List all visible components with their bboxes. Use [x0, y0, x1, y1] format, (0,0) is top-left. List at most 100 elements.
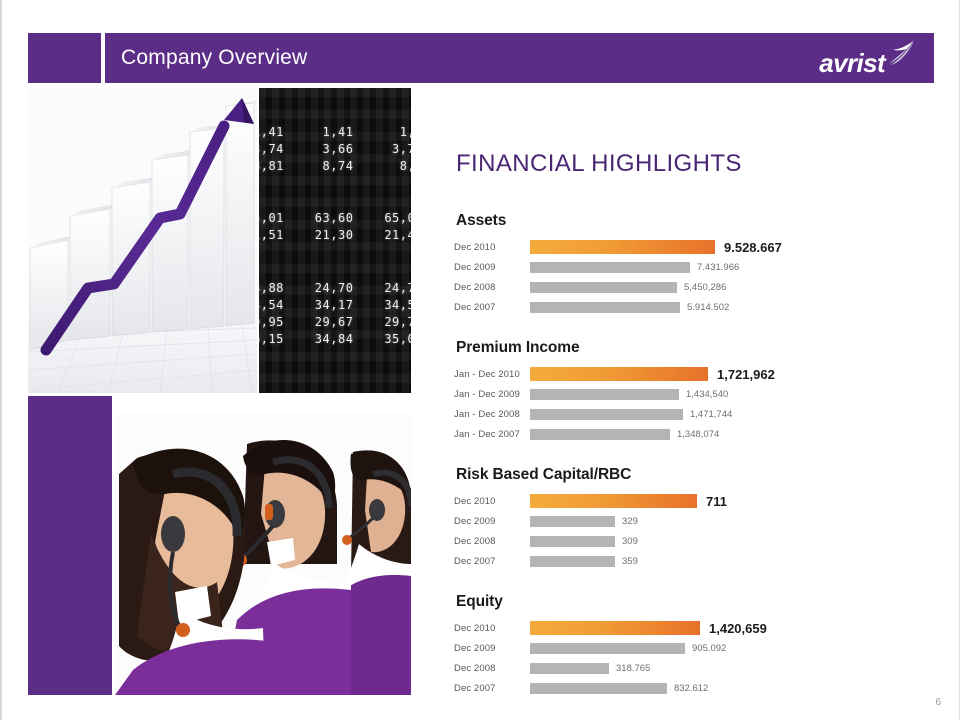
- table-row: Dec 2009 7.431.966: [454, 257, 924, 277]
- bar-value: 1,471,744: [690, 408, 733, 420]
- row-label: Dec 2009: [454, 515, 496, 527]
- bar: [530, 301, 680, 313]
- row-label: Dec 2008: [454, 535, 496, 547]
- table-row: Dec 2010 9.528.667: [454, 237, 924, 257]
- chart-group-equity: Equity Dec 2010 1,420,659 Dec 2009 905.0…: [454, 593, 924, 698]
- bar-area: 1,721,962: [530, 367, 924, 382]
- bar: [530, 281, 677, 293]
- bar-value: 7.431.966: [697, 261, 740, 273]
- row-label: Jan - Dec 2008: [454, 408, 520, 420]
- row-label: Dec 2010: [454, 622, 496, 634]
- bar-value: 309: [622, 535, 638, 547]
- call-center-people-image: [115, 414, 411, 695]
- bar-value: 1,434,540: [686, 388, 729, 400]
- bar-area: 1,471,744: [530, 408, 924, 420]
- table-row: Jan - Dec 2007 1,348,074: [454, 424, 924, 444]
- avrist-logo: avrist: [819, 40, 916, 76]
- bar-area: 329: [530, 515, 924, 527]
- bar-area: 1,348,074: [530, 428, 924, 440]
- bar-value: 1,721,962: [717, 366, 775, 382]
- bar: [530, 535, 615, 547]
- bar: [530, 515, 615, 527]
- growth-chart-image: [28, 88, 257, 393]
- ticker-line: 6,15 34,84 35,01: [259, 332, 411, 346]
- row-label: Dec 2008: [454, 662, 496, 674]
- bar: [530, 428, 670, 440]
- ticker-line: 4,88 24,70 24,70: [259, 281, 411, 295]
- row-label: Dec 2007: [454, 682, 496, 694]
- table-row: Dec 2009 329: [454, 511, 924, 531]
- ticker-numbers: 1,41 1,41 1,41 3,74 3,66 3,74 8,81 8,74 …: [259, 88, 411, 393]
- chart-group-assets: Assets Dec 2010 9.528.667 Dec 2009 7.431…: [454, 212, 924, 317]
- bar: [530, 682, 667, 694]
- row-label: Dec 2009: [454, 261, 496, 273]
- bar-area: 1,434,540: [530, 388, 924, 400]
- stock-board-image: 1,41 1,41 1,41 3,74 3,66 3,74 8,81 8,74 …: [259, 88, 411, 393]
- bar-area: 309: [530, 535, 924, 547]
- bar: [530, 662, 609, 674]
- bar-area: 711: [530, 494, 924, 509]
- bar: [530, 621, 700, 635]
- row-label: Dec 2007: [454, 301, 496, 313]
- table-row: Jan - Dec 2010 1,721,962: [454, 364, 924, 384]
- bar-value: 9.528.667: [724, 239, 782, 255]
- bar: [530, 555, 615, 567]
- bar: [530, 367, 708, 381]
- bar-area: 1,420,659: [530, 621, 924, 636]
- bar-area: 905.092: [530, 642, 924, 654]
- row-label: Dec 2009: [454, 642, 496, 654]
- bar: [530, 494, 697, 508]
- row-label: Jan - Dec 2010: [454, 368, 520, 380]
- table-row: Dec 2007 359: [454, 551, 924, 571]
- bar-value: 329: [622, 515, 638, 527]
- ticker-line: 3,74 3,66 3,74: [259, 142, 411, 156]
- row-label: Dec 2010: [454, 241, 496, 253]
- table-row: Dec 2007 832.612: [454, 678, 924, 698]
- bar-value: 318.765: [616, 662, 651, 674]
- bar-area: 359: [530, 555, 924, 567]
- table-row: Jan - Dec 2009 1,434,540: [454, 384, 924, 404]
- group-title: Equity: [456, 593, 503, 610]
- bar-value: 5,450,286: [684, 281, 727, 293]
- row-label: Jan - Dec 2007: [454, 428, 520, 440]
- table-row: Dec 2010 711: [454, 491, 924, 511]
- bar-area: 832.612: [530, 682, 924, 694]
- bar-value: 832.612: [674, 682, 709, 694]
- bar-value: 711: [706, 493, 727, 509]
- row-label: Jan - Dec 2009: [454, 388, 520, 400]
- page-number: 6: [935, 697, 941, 708]
- financial-highlights-title: FINANCIAL HIGHLIGHTS: [456, 150, 742, 177]
- logo-wordmark: avrist: [819, 48, 885, 78]
- ticker-line: 5,01 63,60 65,01: [259, 211, 411, 225]
- bar-area: 5,450,286: [530, 281, 924, 293]
- table-row: Dec 2008 318.765: [454, 658, 924, 678]
- purple-accent-panel: [28, 396, 112, 695]
- bar: [530, 240, 715, 254]
- bar-value: 1,420,659: [709, 620, 767, 636]
- bar: [530, 388, 679, 400]
- page-title: Company Overview: [121, 46, 308, 69]
- chart-group-rbc: Risk Based Capital/RBC Dec 2010 711 Dec …: [454, 466, 924, 571]
- ticker-line: 1,51 21,30 21,41: [259, 228, 411, 242]
- row-label: Dec 2010: [454, 495, 496, 507]
- financial-highlights-section: FINANCIAL HIGHLIGHTS Assets Dec 2010 9.5…: [454, 150, 924, 720]
- header-accent-tab: [28, 33, 101, 83]
- table-row: Dec 2010 1,420,659: [454, 618, 924, 638]
- bar-value: 1,348,074: [677, 428, 720, 440]
- row-label: Dec 2008: [454, 281, 496, 293]
- swoosh-bird-icon: [886, 40, 916, 71]
- bar-area: 318.765: [530, 662, 924, 674]
- ticker-line: 4,54 34,17 34,54: [259, 298, 411, 312]
- table-row: Dec 2007 5.914.502: [454, 297, 924, 317]
- header-bar: Company Overview avrist: [105, 33, 934, 83]
- bar-area: 7.431.966: [530, 261, 924, 273]
- bar-value: 5.914.502: [687, 301, 730, 313]
- bar: [530, 261, 690, 273]
- ticker-line: 1,41 1,41 1,41: [259, 125, 411, 139]
- slide: Company Overview avrist ,41 1,41 1 ,74 3…: [0, 0, 960, 720]
- table-row: Dec 2008 309: [454, 531, 924, 551]
- bar: [530, 408, 683, 420]
- bar: [530, 642, 685, 654]
- ticker-line: 8,81 8,74 8,81: [259, 159, 411, 173]
- group-title: Risk Based Capital/RBC: [456, 466, 632, 483]
